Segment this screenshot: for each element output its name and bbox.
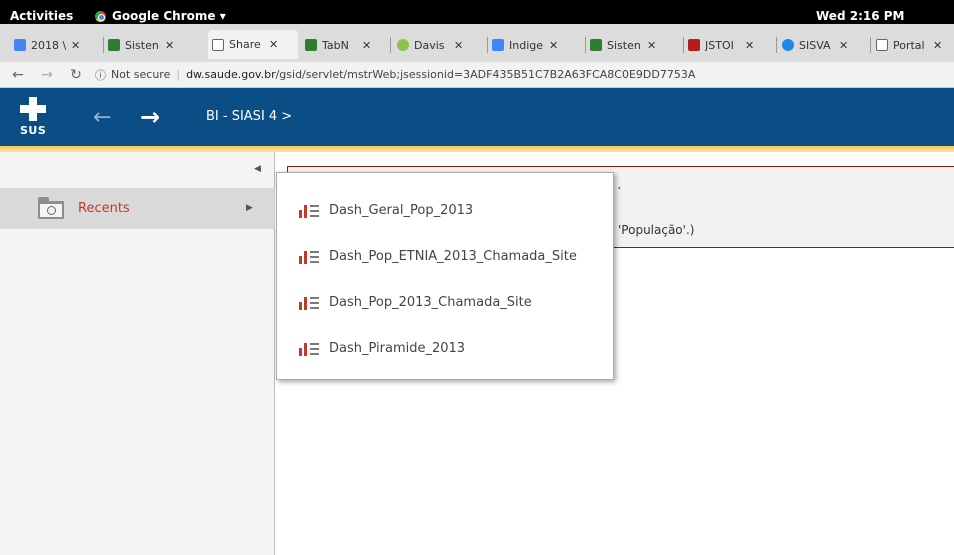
menu-item[interactable]: Dash_Pop_2013_Chamada_Site <box>277 287 613 317</box>
docs-icon <box>14 39 26 51</box>
sus-logo[interactable]: SUS <box>20 97 46 137</box>
collapse-sidebar-icon[interactable]: ◀ <box>254 164 261 174</box>
system-clock[interactable]: Wed 2:16 PM <box>816 9 904 23</box>
tab-separator <box>870 37 871 53</box>
forward-arrow-icon[interactable]: → <box>140 103 160 131</box>
tab-label: JSTOI <box>705 38 734 52</box>
menu-item[interactable]: Dash_Pop_ETNIA_2013_Chamada_Site <box>277 241 613 271</box>
browser-tab[interactable]: SISVA ✕ <box>778 33 871 57</box>
back-arrow-icon[interactable]: ← <box>93 105 111 130</box>
tab-label: Portal <box>893 38 925 52</box>
browser-tab[interactable]: Davis ✕ <box>393 33 488 57</box>
tab-label: Davis <box>414 38 445 52</box>
panel-title: . <box>617 175 622 193</box>
tab-label: TabN <box>322 38 349 52</box>
chrome-icon <box>95 10 106 22</box>
tab-label: Sisten <box>125 38 159 52</box>
tab-strip: 2018 \ ✕ Sisten ✕ Share ✕ TabN ✕ Davis ✕… <box>0 24 954 62</box>
close-icon[interactable]: ✕ <box>165 39 174 52</box>
sidebar-item-recents[interactable]: Recents ▶ <box>0 188 275 229</box>
dashboard-icon <box>299 250 319 264</box>
browser-tab[interactable]: Portal ✕ <box>872 33 954 57</box>
menu-item[interactable]: Dash_Geral_Pop_2013 <box>277 195 613 225</box>
tab-label: Share <box>229 38 261 51</box>
logo-cross-horizontal <box>20 105 46 113</box>
browser-tab[interactable]: JSTOI ✕ <box>684 33 777 57</box>
address-bar: ← → ↻ ⓘ Not secure | dw.saude.gov.br/gsi… <box>0 62 954 88</box>
menu-item-label: Dash_Geral_Pop_2013 <box>329 203 474 218</box>
forward-icon[interactable]: → <box>36 67 58 83</box>
close-icon[interactable]: ✕ <box>71 39 80 52</box>
dashboard-icon <box>299 296 319 310</box>
sidebar: ◀ Recents ▶ <box>0 152 275 555</box>
datasus-icon <box>108 39 120 51</box>
datasus-icon <box>590 39 602 51</box>
url-path: /gsid/servlet/mstrWeb;jsessionid=3ADF435… <box>275 68 696 81</box>
breadcrumb[interactable]: BI - SIASI 4 > <box>206 109 292 124</box>
browser-tab-active[interactable]: Share ✕ <box>208 30 298 59</box>
url-divider: | <box>176 68 181 81</box>
dashboard-icon <box>299 204 319 218</box>
security-label: Not secure <box>111 68 171 81</box>
tab-label: SISVA <box>799 38 831 52</box>
sidebar-item-label: Recents <box>78 201 130 216</box>
url-domain: dw.saude.gov.br <box>186 68 276 81</box>
back-icon[interactable]: ← <box>7 67 29 83</box>
tab-separator <box>776 37 777 53</box>
browser-tab[interactable]: Sisten ✕ <box>104 33 201 57</box>
close-icon[interactable]: ✕ <box>362 39 371 52</box>
page-icon <box>212 38 224 51</box>
browser-tab[interactable]: 2018 \ ✕ <box>10 33 104 57</box>
tab-label: Sisten <box>607 38 641 52</box>
menu-item[interactable]: Dash_Piramide_2013 <box>277 333 613 363</box>
panel-text: 'População'.) <box>618 223 695 237</box>
menu-item-label: Dash_Piramide_2013 <box>329 341 466 356</box>
docs-icon <box>492 39 504 51</box>
menu-item-label: Dash_Pop_ETNIA_2013_Chamada_Site <box>329 249 577 264</box>
sisvan-icon <box>782 39 794 51</box>
logo-text: SUS <box>20 124 47 137</box>
tab-label: 2018 \ <box>31 38 67 52</box>
close-icon[interactable]: ✕ <box>745 39 754 52</box>
app-menu[interactable]: Google Chrome ▾ <box>95 9 226 23</box>
browser-tab[interactable]: Indige ✕ <box>488 33 586 57</box>
activities-button[interactable]: Activities <box>10 9 73 23</box>
close-icon[interactable]: ✕ <box>269 38 278 51</box>
url-input[interactable]: dw.saude.gov.br/gsid/servlet/mstrWeb;jse… <box>186 68 695 81</box>
close-icon[interactable]: ✕ <box>549 39 558 52</box>
datasus-icon <box>305 39 317 51</box>
tab-label: Indige <box>509 38 544 52</box>
close-icon[interactable]: ✕ <box>933 39 942 52</box>
browser-tab[interactable]: TabN ✕ <box>301 33 391 57</box>
page-icon <box>876 39 888 51</box>
browser-tab[interactable]: Sisten ✕ <box>586 33 684 57</box>
close-icon[interactable]: ✕ <box>647 39 656 52</box>
jstor-icon <box>688 39 700 51</box>
app-menu-label: Google Chrome ▾ <box>112 9 226 23</box>
asterisk-icon <box>397 39 409 51</box>
close-icon[interactable]: ✕ <box>454 39 463 52</box>
app-header: SUS ← → BI - SIASI 4 > <box>0 88 954 146</box>
recents-folder-icon <box>38 197 64 219</box>
reload-icon[interactable]: ↻ <box>65 67 87 83</box>
info-icon[interactable]: ⓘ <box>95 67 106 83</box>
dashboard-icon <box>299 342 319 356</box>
expand-arrow-icon: ▶ <box>246 203 253 213</box>
recents-menu: Dash_Geral_Pop_2013 Dash_Pop_ETNIA_2013_… <box>276 172 614 380</box>
tab-separator <box>390 37 391 53</box>
menu-item-label: Dash_Pop_2013_Chamada_Site <box>329 295 532 310</box>
close-icon[interactable]: ✕ <box>839 39 848 52</box>
